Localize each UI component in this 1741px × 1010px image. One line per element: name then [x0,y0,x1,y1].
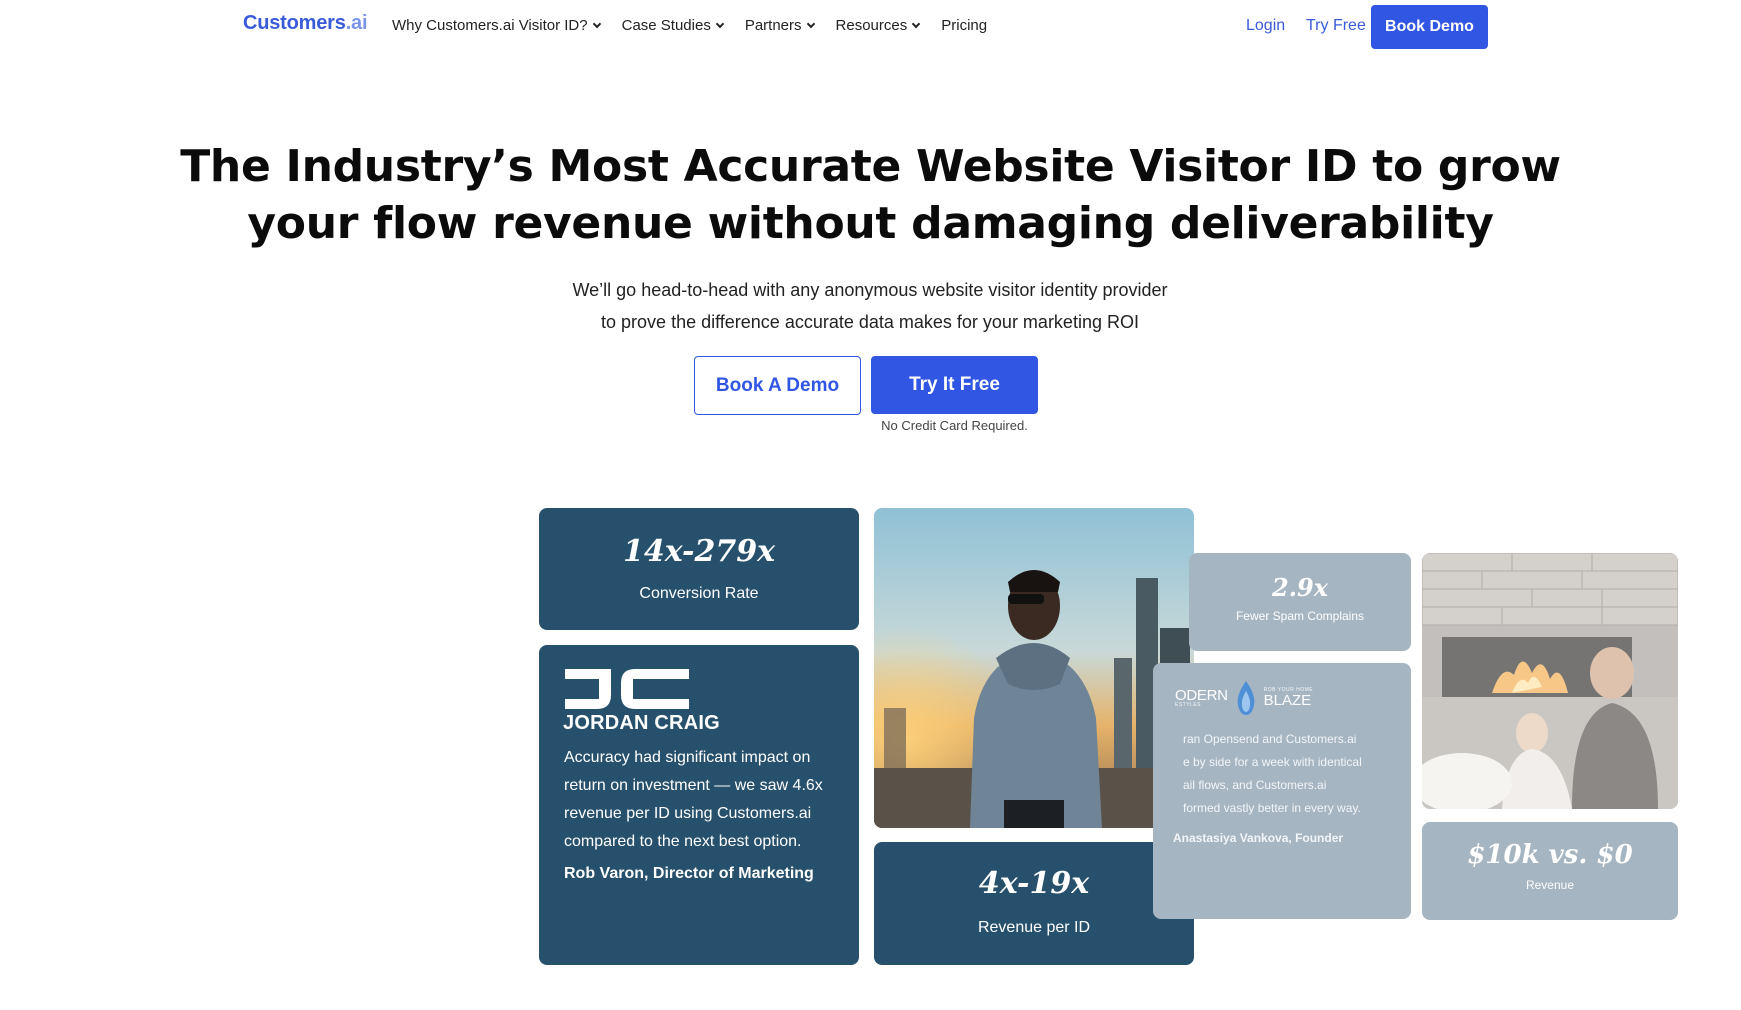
testimonial-quote: Accuracy had significant impact on retur… [564,749,823,850]
conversion-rate-label: Conversion Rate [639,585,759,602]
customers-ai-logo[interactable]: Customers.ai [243,12,368,35]
modern-blaze-testimonial-card: ODERN ESTYLES ROB YOUR HOME BLAZE ran Op… [1153,663,1411,919]
jordan-craig-brand: JORDAN CRAIG [563,712,720,734]
nav-item-resources[interactable]: Resources [835,17,921,34]
jordan-craig-logo [565,669,689,709]
testimonial-attribution: Anastasiya Vankova, Founder [1173,831,1344,845]
fewer-spam-label: Fewer Spam Complains [1235,609,1365,623]
testimonial-quote: ran Opensend and Customers.ai e by side … [1183,732,1362,815]
chevron-down-icon [806,19,815,28]
revenue-comparison-label: Revenue [1525,878,1575,892]
nav-links: Why Customers.ai Visitor ID? Case Studie… [392,17,987,34]
nav-item-label: Why Customers.ai Visitor ID? [392,17,588,34]
book-demo-button[interactable]: Book Demo [1371,5,1488,49]
testimonial-attribution: Rob Varon, Director of Marketing [564,865,814,882]
conversion-rate-value: 14x-279x [622,534,776,569]
hero-subtitle: We’ll go head-to-head with any anonymous… [470,274,1270,338]
fewer-spam-value: 2.9x [1271,573,1329,602]
revenue-per-id-label: Revenue per ID [977,919,1091,936]
hero-headline: The Industry’s Most Accurate Website Vis… [100,138,1641,252]
man-in-hoodie-photo [874,508,1194,828]
subtitle-line-1: We’ll go head-to-head with any anonymous… [572,280,1168,300]
nav-item-case-studies[interactable]: Case Studies [621,17,725,34]
nav-item-label: Pricing [941,17,988,34]
nav-item-label: Resources [835,17,908,34]
chevron-down-icon [911,19,921,28]
headline-line-1: The Industry’s Most Accurate Website Vis… [180,141,1561,192]
chevron-down-icon [715,19,725,28]
conversion-rate-card: 14x-279x Conversion Rate [539,508,859,630]
chevron-down-icon [592,19,601,28]
logo-suffix: .ai [345,12,368,34]
revenue-comparison-value: $10k vs. $0 [1467,840,1633,870]
nav-item-label: Case Studies [621,17,711,34]
fireplace-family-photo [1422,553,1678,809]
modern-blaze-brand-small-left: ESTYLES [1175,702,1202,708]
jordan-craig-testimonial-card: JORDAN CRAIG Accuracy had significant im… [539,645,859,965]
logo-text: Customers [243,12,346,34]
book-a-demo-button[interactable]: Book A Demo [694,356,861,415]
nav-item-partners[interactable]: Partners [744,17,815,34]
fewer-spam-card: 2.9x Fewer Spam Complains [1189,553,1411,651]
try-it-free-button[interactable]: Try It Free [871,356,1038,414]
nav-item-why-visitor-id[interactable]: Why Customers.ai Visitor ID? [392,17,601,34]
no-credit-card-note: No Credit Card Required. [881,418,1028,433]
modern-blaze-logo: ODERN ESTYLES ROB YOUR HOME BLAZE [1175,681,1313,715]
revenue-per-id-value: 4x-19x [978,866,1090,901]
revenue-comparison-card: $10k vs. $0 Revenue [1422,822,1678,920]
flame-icon [1237,681,1255,715]
nav-item-pricing[interactable]: Pricing [941,17,987,34]
top-navigation: Customers.ai Why Customers.ai Visitor ID… [0,0,1741,54]
try-free-link[interactable]: Try Free [1306,17,1366,35]
login-link[interactable]: Login [1246,17,1285,35]
modern-blaze-brand-left: ODERN [1175,687,1228,704]
nav-item-label: Partners [744,17,802,34]
headline-line-2: your flow revenue without damaging deliv… [247,198,1494,249]
modern-blaze-brand-small-right: ROB YOUR HOME [1263,687,1314,693]
subtitle-line-2: to prove the difference accurate data ma… [601,312,1139,332]
modern-blaze-brand-right: BLAZE [1263,692,1312,709]
revenue-per-id-card: 4x-19x Revenue per ID [874,842,1194,965]
